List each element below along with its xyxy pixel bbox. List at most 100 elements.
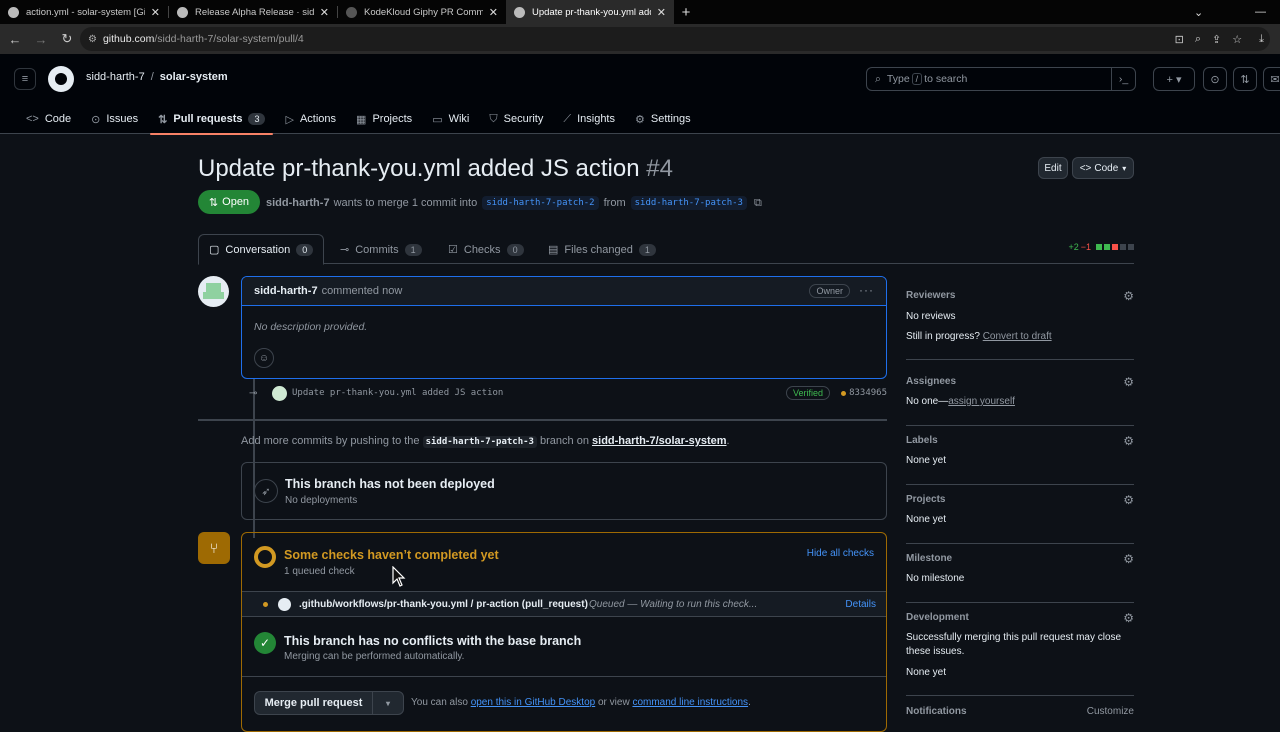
minimize-icon[interactable]: — xyxy=(1255,6,1266,18)
queued-status-dot xyxy=(263,602,268,607)
tab-insights[interactable]: ⟋ Insights xyxy=(555,104,623,134)
open-in-desktop-link[interactable]: open this in GitHub Desktop xyxy=(471,697,596,708)
merge-pull-request-button[interactable]: Merge pull request xyxy=(255,692,373,714)
checks-subtitle: 1 queued check xyxy=(284,566,355,577)
tab-wiki[interactable]: ▭ Wiki xyxy=(424,104,477,134)
assign-yourself-link[interactable]: assign yourself xyxy=(948,396,1015,407)
base-branch[interactable]: sidd-harth-7-patch-2 xyxy=(482,196,599,210)
tab-security[interactable]: ⛉ Security xyxy=(481,104,551,134)
close-icon[interactable]: ✕ xyxy=(320,6,329,19)
tab-issues[interactable]: ⊙ Issues xyxy=(83,104,146,134)
reload-icon[interactable]: ↻ xyxy=(56,31,78,47)
menu-icon[interactable]: ≡ xyxy=(14,68,36,90)
tab-label: Files changed xyxy=(564,243,633,256)
tab-commits[interactable]: ⊸ Commits 1 xyxy=(330,234,432,265)
sidebar-heading[interactable]: Development xyxy=(906,612,969,623)
forward-icon[interactable]: → xyxy=(30,32,52,47)
verified-badge[interactable]: Verified xyxy=(785,386,830,400)
tab-checks[interactable]: ☑ Checks 0 xyxy=(438,234,534,265)
merge-options-caret-icon[interactable]: ▾ xyxy=(373,692,403,714)
issues-icon[interactable]: ⊙ xyxy=(1203,67,1227,91)
repo-nav: <> Code ⊙ Issues ⇅ Pull requests 3 ▷ Actions … xyxy=(0,104,1280,135)
browser-tab-active[interactable]: Update pr-thank-you.yml added ✕ xyxy=(506,0,674,24)
author-link[interactable]: sidd-harth-7 xyxy=(266,197,330,209)
sidebar-heading[interactable]: Milestone xyxy=(906,553,952,564)
tab-search-icon[interactable]: ⌄ xyxy=(1194,6,1203,19)
browser-tab[interactable]: action.yml - solar-system [GitHu ✕ xyxy=(0,0,168,24)
browser-tab[interactable]: Release Alpha Release · sidd-har ✕ xyxy=(169,0,337,24)
sidebar-heading[interactable]: Labels xyxy=(906,435,938,446)
tab-label: Actions xyxy=(299,113,337,125)
tab-label: Insights xyxy=(577,113,615,125)
tab-code[interactable]: <> Code xyxy=(18,104,79,134)
push-hint-repo-link[interactable]: sidd-harth-7/solar-system xyxy=(592,435,726,447)
kebab-menu-icon[interactable]: ··· xyxy=(859,283,874,297)
close-icon[interactable]: ✕ xyxy=(151,6,160,19)
push-hint-middle: branch on xyxy=(540,435,589,447)
code-dropdown-button[interactable]: <> Code ▾ xyxy=(1072,157,1134,179)
repo-breadcrumb: sidd-harth-7 / solar-system xyxy=(86,71,228,83)
comment-author[interactable]: sidd-harth-7 xyxy=(254,285,318,297)
tab-actions[interactable]: ▷ Actions xyxy=(277,104,344,134)
search-input[interactable]: ⌕ Type / to search ›_ xyxy=(866,67,1136,91)
create-new-button[interactable]: + ▾ xyxy=(1153,67,1195,91)
back-icon[interactable]: ← xyxy=(4,32,26,47)
share-icon[interactable]: ⇪ xyxy=(1212,33,1221,46)
github-logo-icon[interactable] xyxy=(48,66,74,92)
status-badge: ⇅ Open xyxy=(198,190,260,214)
graph-icon: ⟋ xyxy=(563,112,572,125)
install-app-icon[interactable]: ⊡ xyxy=(1175,33,1184,46)
new-tab-button[interactable]: + xyxy=(674,0,698,24)
head-branch[interactable]: sidd-harth-7-patch-3 xyxy=(630,196,747,210)
repo-link[interactable]: solar-system xyxy=(160,71,228,83)
bookmark-star-icon[interactable]: ☆ xyxy=(1232,33,1242,46)
gear-icon[interactable]: ⚙ xyxy=(1123,611,1134,625)
tab-label: Code xyxy=(44,113,72,125)
command-palette-icon[interactable]: ›_ xyxy=(1111,68,1135,90)
address-bar[interactable]: ⚙ github.com/sidd-harth-7/solar-system/p… xyxy=(80,27,1270,51)
file-diff-icon: ▤ xyxy=(548,244,559,256)
tab-files-changed[interactable]: ▤ Files changed 1 xyxy=(538,234,666,265)
git-merge-icon: ⑂ xyxy=(198,532,230,564)
browser-tab[interactable]: KodeKloud Giphy PR Comment ✕ xyxy=(338,0,506,24)
tab-settings[interactable]: ⚙ Settings xyxy=(627,104,699,134)
owner-link[interactable]: sidd-harth-7 xyxy=(86,71,145,83)
sidebar-heading[interactable]: Assignees xyxy=(906,376,956,387)
sidebar-heading[interactable]: Reviewers xyxy=(906,290,955,301)
site-info-icon[interactable]: ⚙ xyxy=(88,34,97,45)
gear-icon[interactable]: ⚙ xyxy=(1123,289,1134,303)
avatar[interactable] xyxy=(198,276,229,307)
gear-icon[interactable]: ⚙ xyxy=(1123,552,1134,566)
commit-message[interactable]: Update pr-thank-you.yml added JS action xyxy=(292,388,503,398)
tab-pull-requests[interactable]: ⇅ Pull requests 3 xyxy=(150,104,274,135)
sidebar-heading[interactable]: Projects xyxy=(906,494,945,505)
close-icon[interactable]: ✕ xyxy=(489,6,498,19)
convert-to-draft-link[interactable]: Convert to draft xyxy=(983,331,1052,342)
customize-notifications-button[interactable]: Customize xyxy=(1087,706,1134,717)
pending-status-dot[interactable] xyxy=(841,391,846,396)
inbox-icon[interactable]: ✉ xyxy=(1263,67,1280,91)
draft-hint-text: Still in progress? xyxy=(906,331,980,342)
edit-button[interactable]: Edit xyxy=(1038,157,1068,179)
command-line-instructions-link[interactable]: command line instructions xyxy=(632,697,748,708)
comment-timestamp[interactable]: commented now xyxy=(322,285,403,297)
gear-icon[interactable]: ⚙ xyxy=(1123,493,1134,507)
url-host: github.com xyxy=(102,33,155,45)
commit-author-avatar[interactable] xyxy=(272,386,287,401)
deployments-box: ➶ This branch has not been deployed No d… xyxy=(241,462,887,520)
zoom-icon[interactable]: ⌕ xyxy=(1195,33,1201,46)
add-reaction-icon[interactable]: ☺ xyxy=(254,348,274,368)
tab-conversation[interactable]: ▢ Conversation 0 xyxy=(198,234,325,265)
gear-icon[interactable]: ⚙ xyxy=(1123,375,1134,389)
download-icon[interactable]: ⤓ xyxy=(1259,33,1264,46)
copy-icon[interactable]: ⧉ xyxy=(754,197,762,210)
pull-requests-icon[interactable]: ⇅ xyxy=(1233,67,1257,91)
hide-checks-button[interactable]: Hide all checks xyxy=(807,548,874,559)
close-icon[interactable]: ✕ xyxy=(657,6,666,19)
tab-projects[interactable]: ▦ Projects xyxy=(348,104,420,134)
check-details-link[interactable]: Details xyxy=(845,599,876,610)
conflicts-subtitle: Merging can be performed automatically. xyxy=(284,651,465,662)
omnibox-actions: ⊡ ⌕ ⇪ ☆ ⤓ xyxy=(1175,27,1264,51)
commit-sha[interactable]: 8334965 xyxy=(849,388,887,398)
gear-icon[interactable]: ⚙ xyxy=(1123,434,1134,448)
